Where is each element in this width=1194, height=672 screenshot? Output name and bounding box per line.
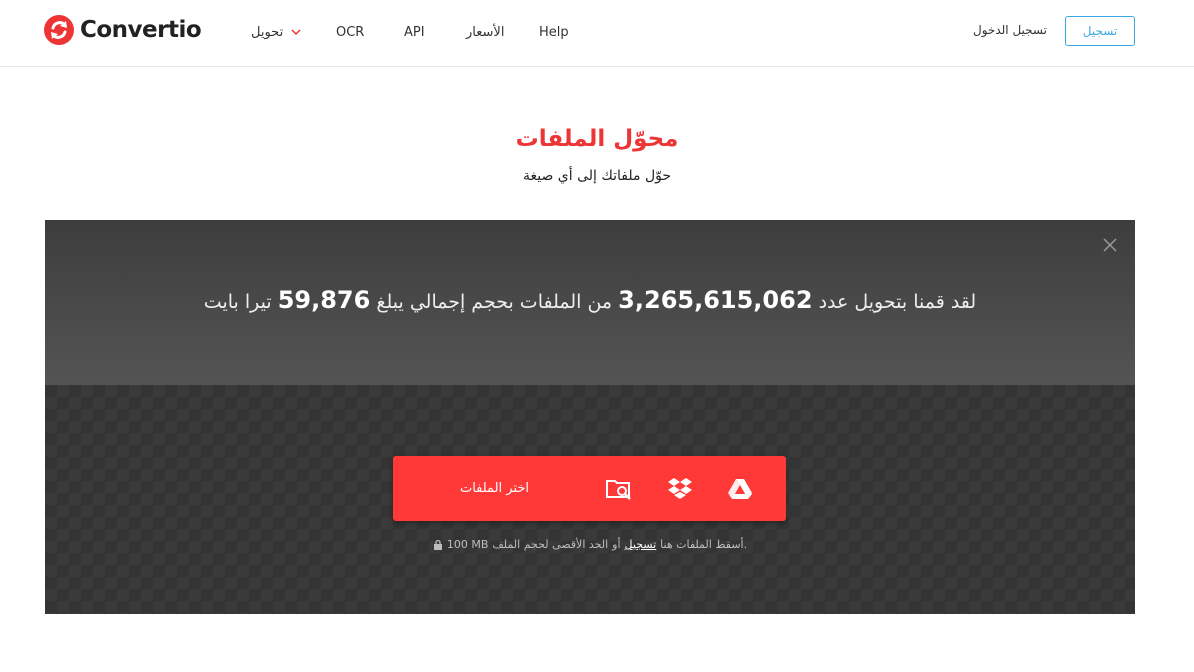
logo[interactable]: Convertio <box>44 15 202 45</box>
stats-banner: لقد قمنا بتحويل عدد 3,265,615,062 من الم… <box>45 220 1135 385</box>
lock-icon <box>433 539 442 550</box>
nav-convert[interactable]: تحويل <box>251 25 301 40</box>
google-drive-icon <box>728 479 752 499</box>
stats-middle: من الملفات بحجم إجمالي يبلغ <box>376 291 613 313</box>
nav-convert-label: تحويل <box>251 24 284 40</box>
google-drive-button[interactable] <box>723 472 757 506</box>
limit-or: أو <box>612 538 621 551</box>
login-link[interactable]: تسجيل الدخول <box>973 23 1047 37</box>
limit-value: 100 MB <box>446 538 489 551</box>
upload-bar: اختر الملفات <box>393 456 786 521</box>
logo-text: Convertio <box>80 17 202 43</box>
chevron-down-icon <box>291 29 301 36</box>
page-subtitle: حوّل ملفاتك إلى أي صيغة <box>522 168 672 184</box>
nav-prices[interactable]: الأسعار <box>466 25 504 40</box>
page-title: محوّل الملفات <box>515 126 679 152</box>
drop-hint: أسقط الملفات هنا. <box>660 538 748 551</box>
browse-files-button[interactable] <box>602 472 636 506</box>
limit-prefix: الحد الأقصى لحجم الملف <box>492 538 609 551</box>
stats-suffix: تيرا بايت <box>203 291 272 313</box>
stats-total-size: 59,876 <box>277 286 371 314</box>
dropbox-icon <box>668 478 692 499</box>
choose-files-button[interactable]: اختر الملفات <box>413 456 576 521</box>
close-icon[interactable] <box>1102 237 1118 253</box>
convertio-logo-icon <box>44 15 74 45</box>
nav-ocr[interactable]: OCR <box>336 25 364 40</box>
top-header: Convertio تحويل OCR API الأسعار Help تسج… <box>0 0 1194 67</box>
stats-prefix: لقد قمنا بتحويل عدد <box>818 291 977 313</box>
nav-help[interactable]: Help <box>539 25 569 40</box>
dropbox-button[interactable] <box>663 472 697 506</box>
main-nav: تحويل OCR API الأسعار Help <box>251 22 569 42</box>
stats-files-count: 3,265,615,062 <box>618 286 813 314</box>
conversion-stats: لقد قمنا بتحويل عدد 3,265,615,062 من الم… <box>45 286 1135 314</box>
nav-api[interactable]: API <box>404 25 425 40</box>
converter-panel: لقد قمنا بتحويل عدد 3,265,615,062 من الم… <box>45 220 1135 614</box>
limit-signup-link[interactable]: تسجيل <box>625 538 657 551</box>
file-size-limit: 100 MB الحد الأقصى لحجم الملف أو تسجيل أ… <box>45 538 1135 551</box>
folder-search-icon <box>606 480 631 500</box>
signup-button[interactable]: تسجيل <box>1065 16 1135 46</box>
